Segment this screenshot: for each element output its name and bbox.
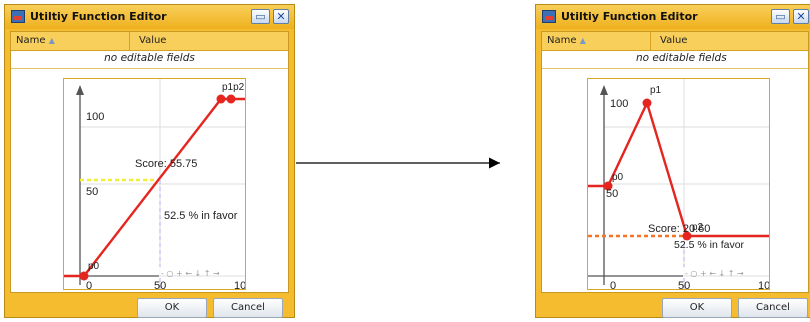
utility-plot[interactable]: 100 50 0 50 10( Score: 55.75 52.5 % in f… xyxy=(63,78,246,290)
x-tick-label: 10( xyxy=(758,280,770,290)
cancel-button[interactable]: Cancel xyxy=(738,298,808,318)
x-tick-label: 0 xyxy=(86,280,92,290)
restore-icon[interactable]: ▭ xyxy=(251,9,270,24)
utility-curve xyxy=(588,99,769,238)
column-header-value[interactable]: Value xyxy=(660,35,687,46)
table-header: Name ▲ Value xyxy=(542,32,808,51)
point-label-p0: p0 xyxy=(88,261,100,272)
cancel-button[interactable]: Cancel xyxy=(213,298,283,318)
column-divider[interactable] xyxy=(129,32,130,50)
y-tick-label: 100 xyxy=(86,111,104,123)
title-bar[interactable]: Utiltiy Function Editor ▭ ✕ xyxy=(536,5,810,29)
y-tick-label: 100 xyxy=(610,98,628,110)
divider xyxy=(542,68,808,69)
no-fields-message: no editable fields xyxy=(104,52,195,64)
y-axis-arrow-icon xyxy=(76,85,84,95)
x-tick-label: 0 xyxy=(610,280,616,290)
score-label: Score: 55.75 xyxy=(135,158,197,170)
point-label-p2: p2 xyxy=(692,222,704,233)
utility-editor-window-after: Utiltiy Function Editor ▭ ✕ Name ▲ Value… xyxy=(535,4,810,318)
point-label-p1: p1 xyxy=(650,85,662,96)
column-header-name[interactable]: Name ▲ xyxy=(547,35,586,46)
point-label-p1p2: p1p2 xyxy=(222,82,245,93)
restore-icon[interactable]: ▭ xyxy=(771,9,790,24)
ok-button[interactable]: OK xyxy=(662,298,732,318)
close-icon[interactable]: ✕ xyxy=(273,9,289,24)
x-tick-label: 50 xyxy=(678,280,690,290)
column-divider[interactable] xyxy=(650,32,651,50)
point-p1[interactable] xyxy=(216,94,226,104)
y-tick-label: 50 xyxy=(86,186,98,198)
app-icon xyxy=(11,10,25,23)
point-p1[interactable] xyxy=(642,98,652,108)
close-icon[interactable]: ✕ xyxy=(793,9,809,24)
utility-editor-window-before: Utiltiy Function Editor ▭ ✕ Name ▲ Value… xyxy=(4,4,295,318)
x-tick-label: 50 xyxy=(154,280,166,290)
point-label-p0: p0 xyxy=(612,172,624,183)
editor-panel: Name ▲ Value no editable fields 100 50 0… xyxy=(541,31,809,293)
column-name-label: Name xyxy=(547,35,577,46)
column-header-value[interactable]: Value xyxy=(139,35,166,46)
window-title: Utiltiy Function Editor xyxy=(561,10,698,23)
sort-ascending-icon: ▲ xyxy=(48,36,55,45)
app-icon xyxy=(542,10,556,23)
navigation-hint[interactable]: - ○ + ← ↓ ↑ → xyxy=(685,269,744,278)
ok-button[interactable]: OK xyxy=(137,298,207,318)
favor-label: 52.5 % in favor xyxy=(164,210,238,222)
divider xyxy=(11,68,288,69)
column-header-name[interactable]: Name ▲ xyxy=(16,35,55,46)
no-fields-message: no editable fields xyxy=(636,52,727,64)
sort-ascending-icon: ▲ xyxy=(579,36,586,45)
y-axis-arrow-icon xyxy=(600,85,608,95)
point-p2[interactable] xyxy=(226,94,236,104)
x-tick-label: 10( xyxy=(234,280,246,290)
window-title: Utiltiy Function Editor xyxy=(30,10,167,23)
utility-plot[interactable]: 100 50 0 50 10( p1 p0 Score: 20.60 p2 52… xyxy=(587,78,770,290)
title-bar[interactable]: Utiltiy Function Editor ▭ ✕ xyxy=(5,5,294,29)
y-tick-label: 50 xyxy=(606,188,618,200)
table-header: Name ▲ Value xyxy=(11,32,288,51)
favor-label: 52.5 % in favor xyxy=(674,239,745,251)
column-name-label: Name xyxy=(16,35,46,46)
editor-panel: Name ▲ Value no editable fields 100 50 0… xyxy=(10,31,289,293)
navigation-hint[interactable]: - ○ + ← ↓ ↑ → xyxy=(161,269,220,278)
